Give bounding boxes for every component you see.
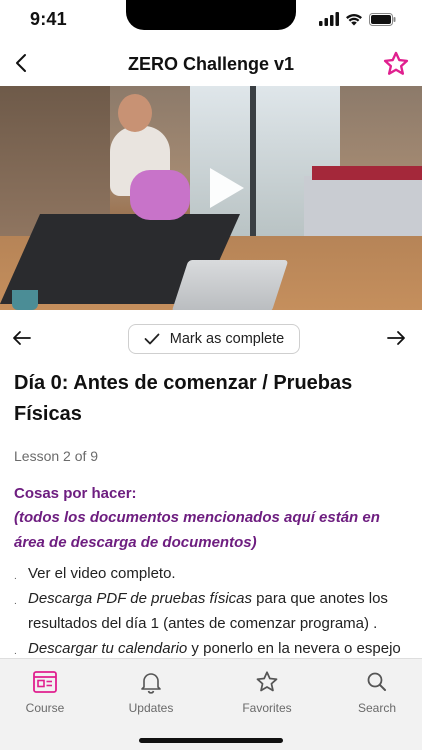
star-icon [256, 671, 278, 692]
home-indicator [139, 738, 283, 743]
tab-search-label: Search [357, 701, 397, 715]
tab-favorites[interactable]: Favorites [222, 669, 312, 715]
page-title: ZERO Challenge v1 [127, 54, 295, 74]
todo-item-emphasis: Descargar tu calendario [28, 640, 188, 657]
video-scene-person-legs [130, 170, 190, 220]
video-player[interactable] [0, 86, 422, 310]
tab-search[interactable]: Search [332, 669, 422, 715]
video-scene-cup [12, 290, 38, 310]
lesson-progress: Lesson 2 of 9 [14, 448, 99, 464]
lesson-content[interactable]: Día 0: Antes de comenzar / Pruebas Físic… [14, 368, 410, 658]
mark-complete-label: Mark as complete [169, 331, 285, 347]
wifi-icon [346, 13, 362, 26]
todo-item: Descargar tu calendario y ponerlo en la … [14, 636, 410, 658]
todo-item-text: Ver el video completo. [28, 565, 176, 582]
tab-updates[interactable]: Updates [106, 669, 196, 715]
lesson-controls: Mark as complete [0, 322, 422, 354]
video-scene-bed [304, 176, 422, 236]
tab-updates-label: Updates [128, 701, 174, 715]
tab-bar: Course Updates Favorites Search [0, 658, 422, 750]
todo-list: Ver el video completo. Descarga PDF de p… [14, 561, 410, 658]
todo-item: Descarga PDF de pruebas físicas para que… [14, 586, 410, 636]
tab-course-label: Course [25, 701, 65, 715]
device-notch [126, 0, 296, 30]
video-scene-bed-blanket [312, 166, 422, 180]
nav-bar: ZERO Challenge v1 [0, 44, 422, 86]
arrow-left-icon[interactable] [10, 326, 34, 350]
video-scene-laptop [171, 260, 289, 310]
arrow-right-icon[interactable] [384, 326, 408, 350]
todo-item-emphasis: Descarga PDF de pruebas físicas [28, 590, 252, 607]
search-icon [367, 672, 386, 691]
todo-item: Ver el video completo. [14, 561, 410, 589]
tab-favorites-label: Favorites [242, 701, 292, 715]
status-time: 9:41 [30, 9, 67, 29]
status-bar: 9:41 [0, 0, 422, 42]
star-outline-icon[interactable] [382, 50, 410, 78]
tab-course[interactable]: Course [0, 669, 90, 715]
check-icon [144, 333, 160, 345]
mark-complete-button[interactable]: Mark as complete [128, 324, 300, 354]
battery-icon [369, 12, 396, 26]
todo-heading: Cosas por hacer: [14, 485, 137, 502]
bell-icon [141, 673, 161, 694]
signal-icon [319, 12, 339, 26]
video-scene-person-head [118, 94, 152, 132]
play-icon[interactable] [206, 166, 246, 210]
course-icon [33, 671, 57, 693]
lesson-title: Día 0: Antes de comenzar / Pruebas Físic… [14, 372, 353, 425]
video-scene-window-frame [250, 86, 256, 236]
status-icons [319, 12, 396, 26]
todo-subheading: (todos los documentos mencionados aquí e… [14, 509, 380, 551]
